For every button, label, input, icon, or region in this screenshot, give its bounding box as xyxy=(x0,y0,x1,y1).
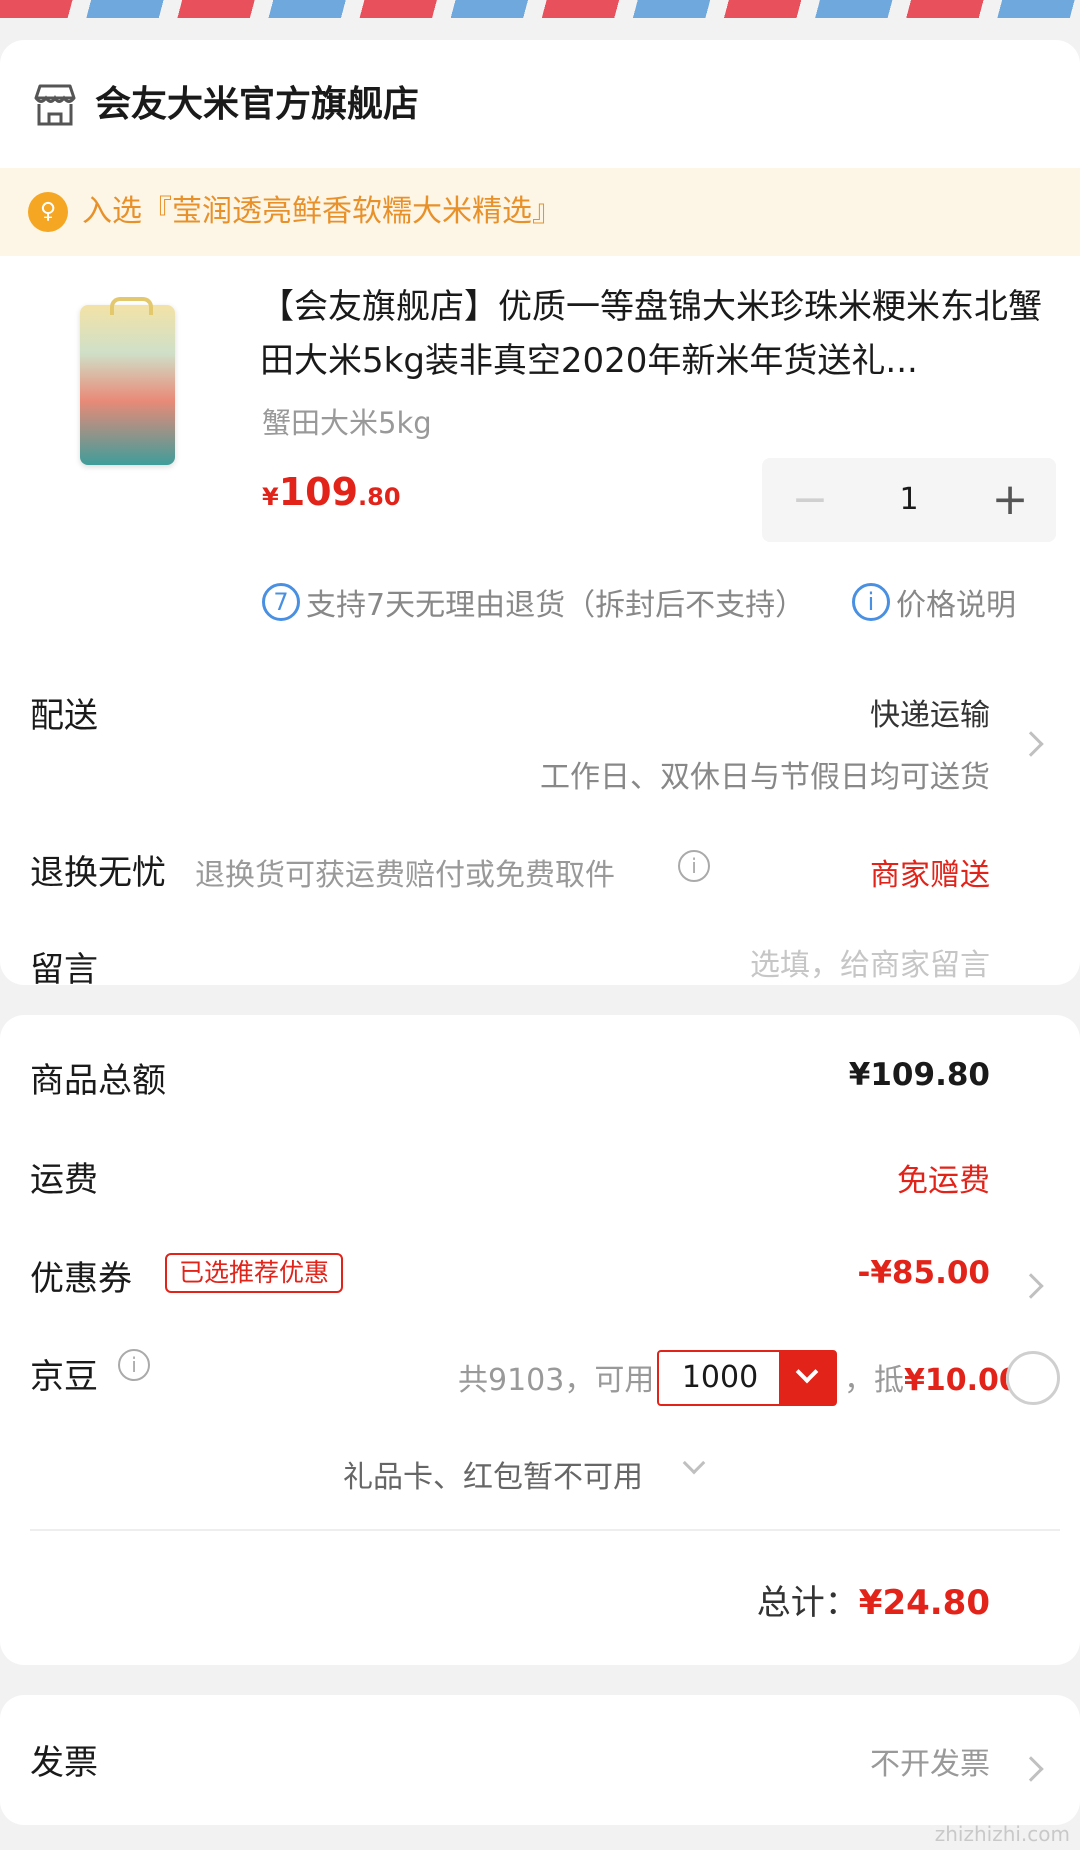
goods-total-label: 商品总额 xyxy=(30,1061,166,1101)
return-policy-text: 支持7天无理由退货（拆封后不支持） xyxy=(306,588,806,623)
shipping-method[interactable]: 快递运输 xyxy=(870,690,990,734)
price-note-text: 价格说明 xyxy=(896,588,1016,623)
increase-button[interactable]: + xyxy=(980,470,1040,530)
coupon-value[interactable]: -¥85.00 xyxy=(858,1255,991,1291)
price-integer: 109 xyxy=(278,470,359,514)
total-label: 总计： xyxy=(756,1583,859,1623)
order-item-card: 会友大米官方旗舰店 ♀ 入选『莹润透亮鲜香软糯大米精选』 【会友旗舰店】优质一等… xyxy=(0,40,1080,990)
price-summary-card: 商品总额 ¥109.80 运费 免运费 优惠券 已选推荐优惠 -¥85.00 京… xyxy=(0,1015,1080,1665)
airmail-border xyxy=(0,0,1080,18)
beans-deduct-value: ¥10.00 xyxy=(904,1363,1020,1398)
price-note-link[interactable]: i 价格说明 xyxy=(852,580,1016,624)
product-spec: 蟹田大米5kg xyxy=(262,406,432,440)
seven-day-return-icon: 7 xyxy=(262,583,300,621)
returns-desc: 退换货可获运费赔付或免费取件 xyxy=(195,858,615,893)
invoice-value[interactable]: 不开发票 xyxy=(870,1739,990,1783)
chevron-down-icon[interactable] xyxy=(779,1352,835,1404)
beans-deduct-prefix: ，抵 xyxy=(844,1363,904,1398)
returns-label: 退换无忧 xyxy=(30,853,166,893)
freight-label: 运费 xyxy=(30,1160,98,1200)
price-decimal: .80 xyxy=(358,483,401,511)
promo-banner[interactable]: ♀ 入选『莹润透亮鲜香软糯大米精选』 xyxy=(0,168,1080,256)
info-icon: i xyxy=(852,583,890,621)
beans-available: 共9103，可用 xyxy=(458,1363,655,1398)
coupon-badge: 已选推荐优惠 xyxy=(165,1253,344,1293)
product-title[interactable]: 【会友旗舰店】优质一等盘锦大米珍珠米粳米东北蟹田大米5kg装非真空2020年新米… xyxy=(260,280,1060,388)
divider xyxy=(30,1529,1060,1531)
watermark: zhizhizhi.com xyxy=(934,1822,1070,1846)
quantity-value[interactable]: 1 xyxy=(862,470,956,530)
info-icon[interactable]: i xyxy=(118,1349,150,1381)
total-value: ¥24.80 xyxy=(858,1583,990,1623)
beans-amount-select[interactable]: 1000 xyxy=(657,1350,837,1406)
store-icon xyxy=(34,84,76,126)
beans-selected-value[interactable]: 1000 xyxy=(659,1352,781,1404)
beans-toggle-radio[interactable] xyxy=(1006,1351,1060,1405)
beans-label: 京豆 xyxy=(30,1357,98,1397)
shipping-label: 配送 xyxy=(30,696,98,736)
promo-text: 入选『莹润透亮鲜香软糯大米精选』 xyxy=(82,194,562,229)
order-total: 总计：¥24.80 xyxy=(757,1575,990,1624)
coupon-label: 优惠券 xyxy=(30,1259,132,1299)
message-input[interactable] xyxy=(600,940,990,990)
quantity-stepper: − 1 + xyxy=(762,458,1056,542)
chevron-right-icon[interactable] xyxy=(1018,1273,1044,1299)
trophy-icon: ♀ xyxy=(28,192,68,232)
beans-deduction: ，抵¥10.00 xyxy=(844,1355,1020,1399)
chevron-right-icon[interactable] xyxy=(1018,1756,1044,1782)
info-icon[interactable]: i xyxy=(678,850,710,882)
goods-total-value: ¥109.80 xyxy=(848,1057,990,1093)
gift-card-note[interactable]: 礼品卡、红包暂不可用 xyxy=(343,1452,643,1496)
freight-value: 免运费 xyxy=(897,1163,990,1199)
price-currency: ¥ xyxy=(262,483,279,511)
chevron-down-icon[interactable] xyxy=(682,1451,706,1475)
returns-value: 商家赠送 xyxy=(870,858,990,893)
shipping-note: 工作日、双休日与节假日均可送货 xyxy=(540,760,990,795)
invoice-card[interactable]: 发票 不开发票 xyxy=(0,1695,1080,1825)
return-policy: 7 支持7天无理由退货（拆封后不支持） xyxy=(262,580,805,624)
store-name[interactable]: 会友大米官方旗舰店 xyxy=(95,80,419,130)
product-image[interactable] xyxy=(80,297,175,465)
message-label: 留言 xyxy=(30,950,98,990)
decrease-button[interactable]: − xyxy=(780,470,840,530)
chevron-right-icon[interactable] xyxy=(1018,731,1044,757)
invoice-label: 发票 xyxy=(30,1743,98,1783)
product-price: ¥109.80 xyxy=(262,470,401,514)
